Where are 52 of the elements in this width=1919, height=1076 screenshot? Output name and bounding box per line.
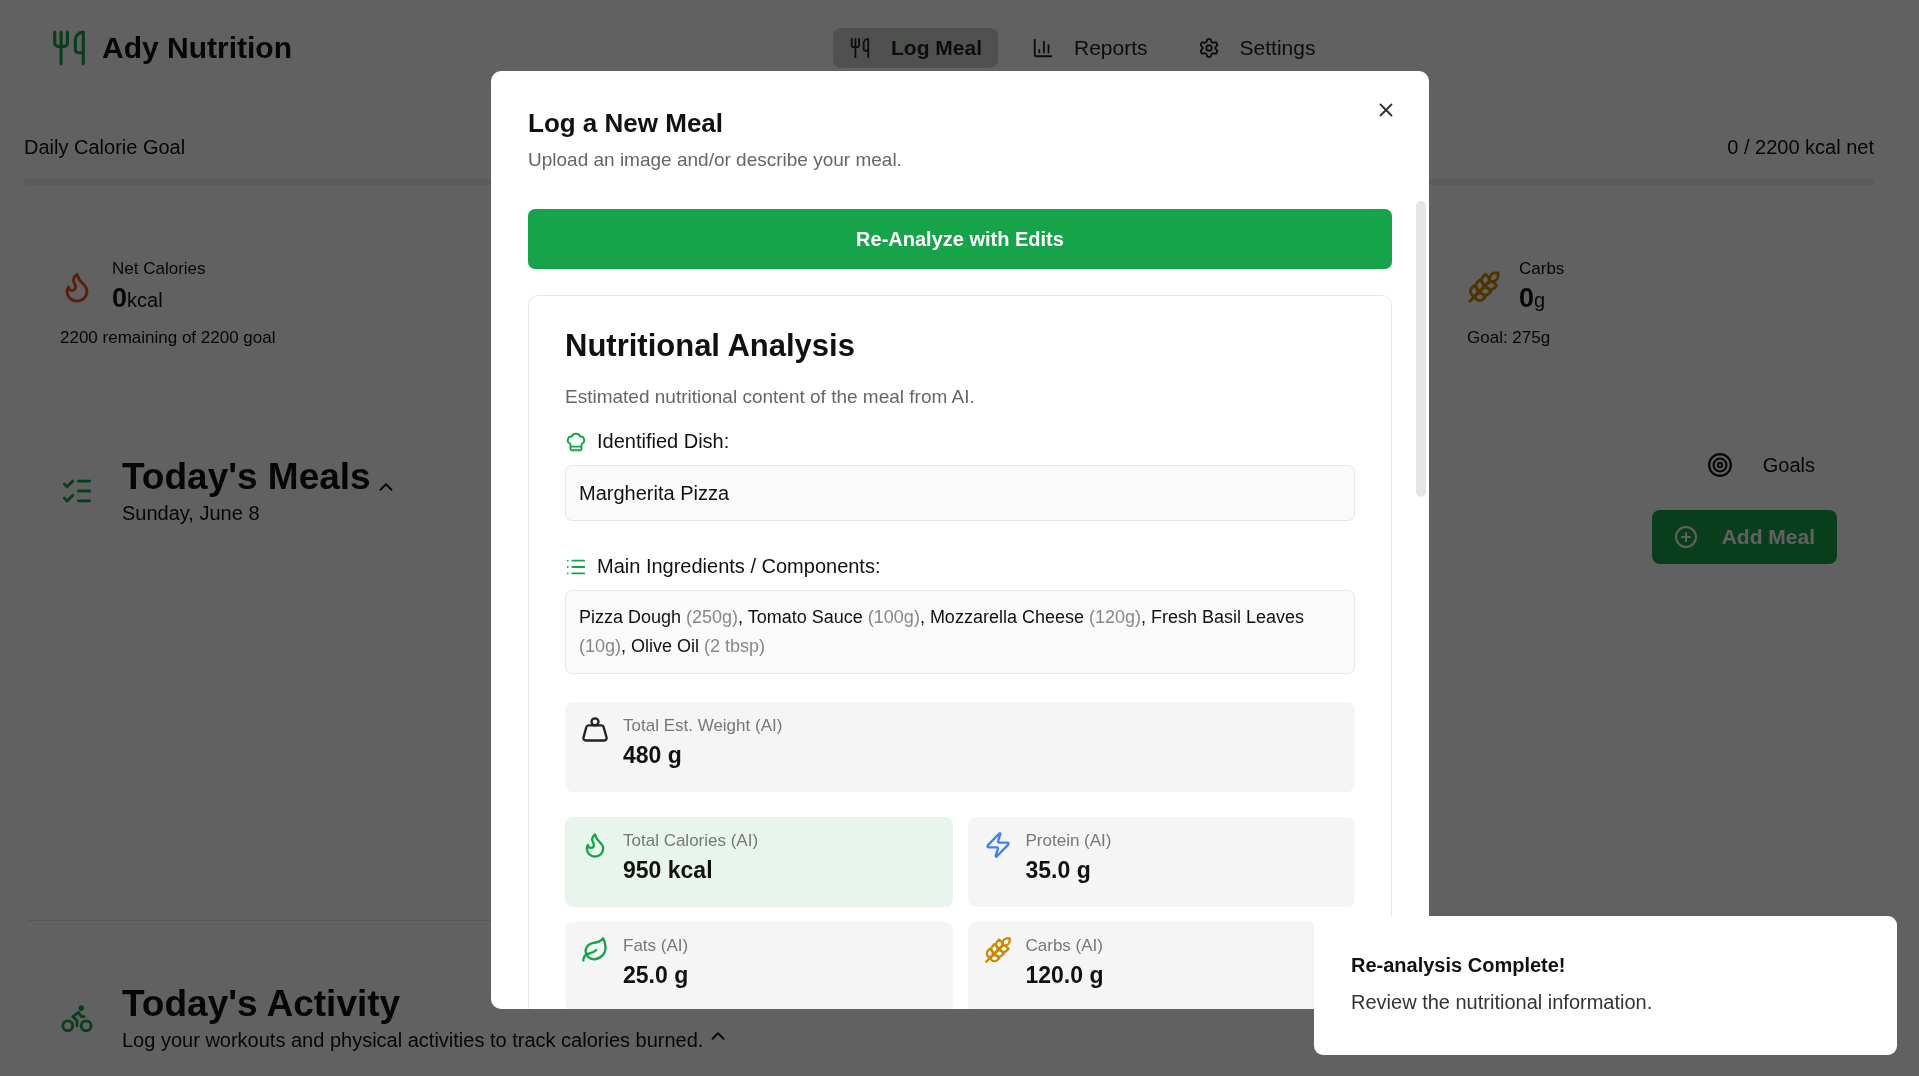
section-title: Today's Meals — [122, 456, 371, 498]
stat-value: 0kcal — [112, 283, 164, 314]
dish-field[interactable]: Margherita Pizza — [565, 465, 1355, 521]
meals-date: Sunday, June 8 — [122, 502, 261, 525]
tile-value: 480 g — [623, 742, 683, 769]
re-analyze-button[interactable]: Re-Analyze with Edits — [528, 209, 1392, 269]
field-label: Main Ingredients / Components: — [597, 555, 881, 578]
utensils-icon — [849, 37, 871, 59]
stat-note: Goal: 275g — [1467, 328, 1552, 348]
nav-link[interactable]: Reports — [1016, 28, 1164, 68]
tile-value: 120.0 g — [1025, 962, 1104, 989]
activity-subtitle: Log your workouts and physical activities to track calories burned. — [122, 1029, 704, 1052]
section-title: Today's Activity — [122, 983, 401, 1025]
weight-icon — [581, 716, 609, 744]
goals-button[interactable]: Goals — [1706, 444, 1859, 486]
wheat-icon — [983, 936, 1012, 964]
stat-label: Carbs — [1519, 259, 1565, 279]
settings-icon — [1197, 37, 1220, 59]
leaf-icon — [581, 936, 609, 964]
tile-value: 25.0 g — [623, 962, 689, 989]
goal-reading: 0 / 2200 kcal net — [1727, 136, 1874, 159]
plus-circle-icon — [1673, 525, 1698, 549]
stat-note: 2200 remaining of 2200 goal — [60, 328, 277, 348]
tile-label: Carbs (AI) — [1025, 936, 1104, 956]
tile-label: Total Est. Weight (AI) — [623, 716, 783, 736]
tile-label: Fats (AI) — [623, 936, 689, 956]
tile-label: Total Calories (AI) — [623, 831, 759, 851]
wheat-icon — [1467, 269, 1501, 304]
lightning-icon — [983, 831, 1012, 859]
add-meal-button[interactable]: Add Meal — [1651, 510, 1837, 564]
dialog-title: Log a New Meal — [528, 108, 725, 139]
goal-label: Daily Calorie Goal — [24, 136, 186, 159]
nav-link[interactable]: Settings — [1181, 28, 1332, 68]
field-label: Identified Dish: — [597, 430, 730, 453]
utensils-icon — [50, 29, 88, 67]
stat-value: 0g — [1519, 283, 1547, 314]
toast-message: Review the nutritional information. — [1351, 991, 1654, 1014]
target-icon — [1706, 452, 1733, 478]
tile-value: 950 kcal — [623, 857, 714, 884]
app-logo-text: Ady Nutrition — [102, 31, 292, 65]
chef-hat-icon — [565, 430, 587, 453]
stat-label: Net Calories — [112, 259, 206, 279]
dialog-subtitle: Upload an image and/or describe your meal. — [528, 149, 903, 171]
nav-link[interactable]: Log Meal — [833, 28, 998, 68]
card-description: Estimated nutritional content of the meal from AI. — [565, 386, 976, 408]
bar-chart-icon — [1032, 37, 1054, 59]
ingredients-list: Pizza Dough (250g), Tomato Sauce (100g), Mozzarella Cheese (120g), Fresh Basil Leaves (10g), Olive Oil (2 tbsp) — [565, 590, 1355, 674]
tile-value: 35.0 g — [1025, 857, 1092, 884]
toast-title: Re-analysis Complete! — [1351, 954, 1567, 977]
card-title: Nutritional Analysis — [565, 328, 856, 364]
tile-label: Protein (AI) — [1025, 831, 1112, 851]
scrollbar[interactable] — [1416, 201, 1426, 497]
